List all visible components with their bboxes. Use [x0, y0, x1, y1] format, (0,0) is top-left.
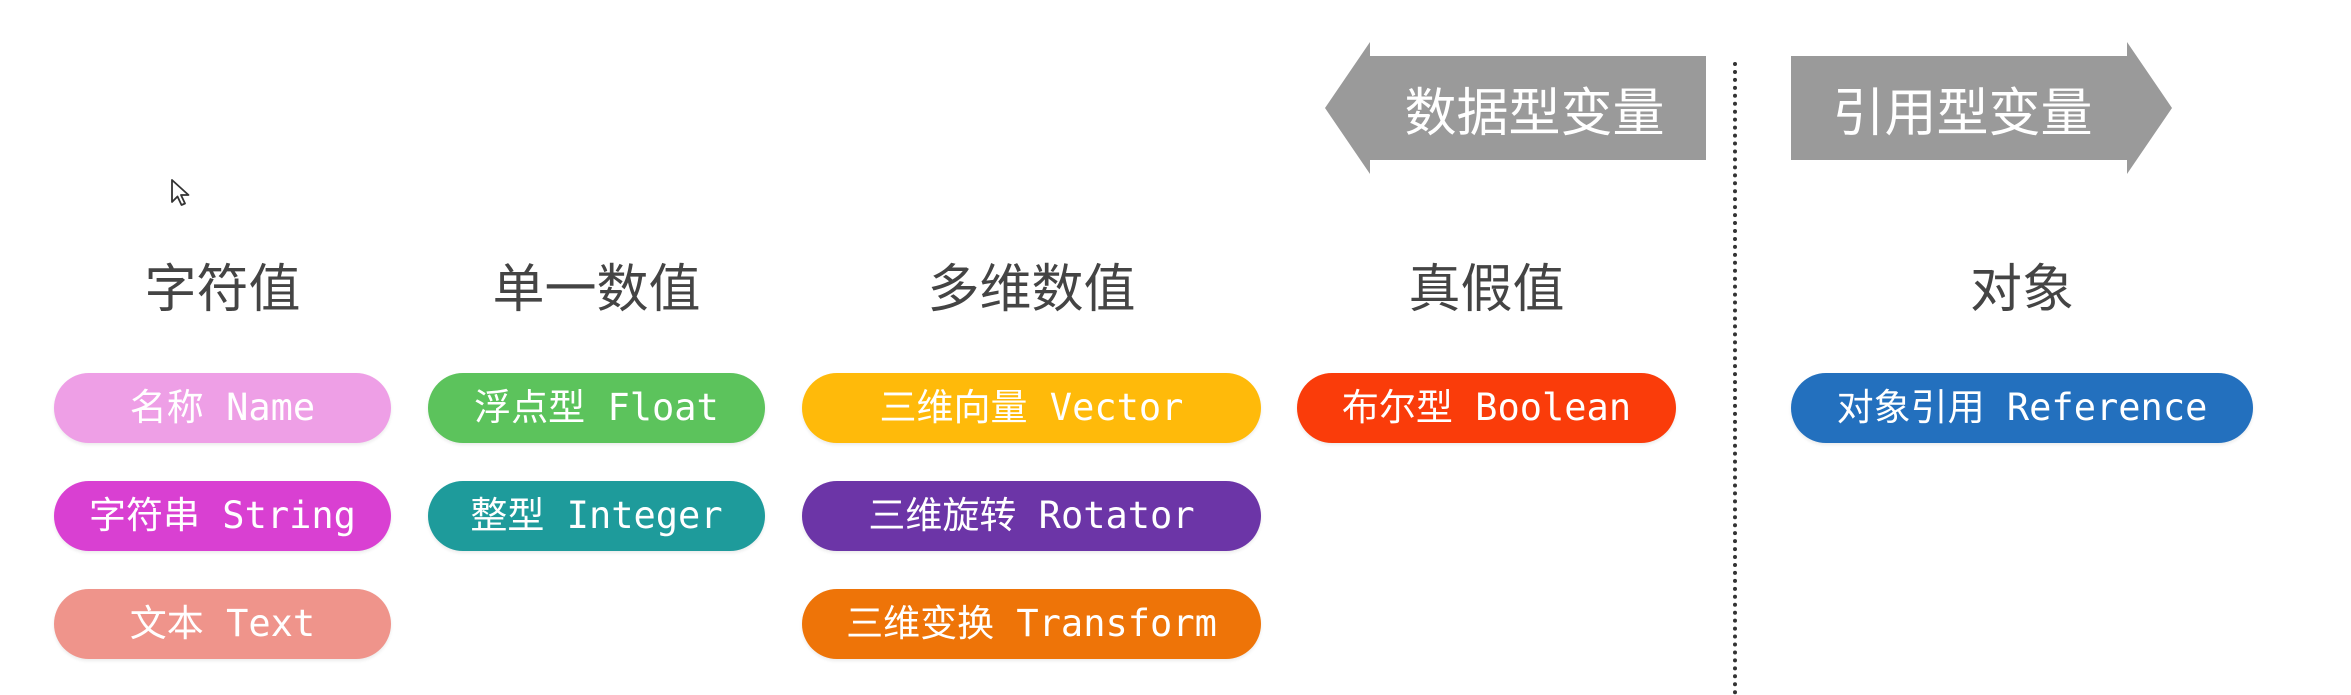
heading-object: 对象: [1969, 260, 2074, 320]
category-divider: [1733, 62, 1737, 695]
type-pill-text: 文本 Text: [54, 589, 391, 659]
type-pill-transform: 三维变换 Transform: [802, 589, 1261, 659]
type-pill-string: 字符串 String: [54, 481, 391, 551]
heading-single-numeric: 单一数值: [492, 260, 701, 320]
mouse-cursor-icon: [171, 179, 190, 206]
type-pill-integer: 整型 Integer: [428, 481, 765, 551]
reference-variables-label: 引用型变量: [1832, 83, 2093, 144]
type-pill-reference: 对象引用 Reference: [1791, 373, 2253, 443]
data-variables-label: 数据型变量: [1404, 83, 1665, 144]
heading-string-values: 字符值: [144, 260, 301, 320]
data-variables-arrow: 数据型变量: [1325, 42, 1706, 174]
heading-multi-dimensional: 多维数值: [927, 260, 1136, 320]
type-pill-boolean: 布尔型 Boolean: [1297, 373, 1676, 443]
type-pill-vector: 三维向量 Vector: [802, 373, 1261, 443]
heading-boolean-values: 真假值: [1408, 260, 1565, 320]
type-pill-name: 名称 Name: [54, 373, 391, 443]
type-pill-rotator: 三维旋转 Rotator: [802, 481, 1261, 551]
reference-variables-arrow: 引用型变量: [1791, 42, 2172, 174]
type-pill-float: 浮点型 Float: [428, 373, 765, 443]
